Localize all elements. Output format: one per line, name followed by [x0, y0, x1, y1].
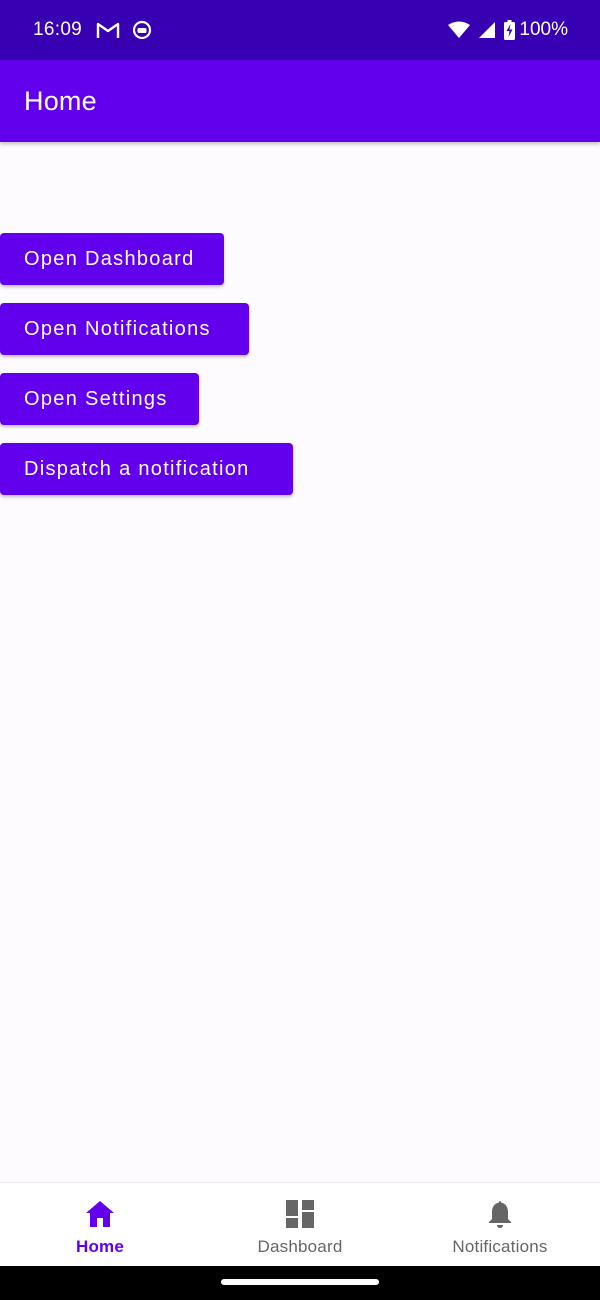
main-content: Open Dashboard Open Notifications Open S…	[0, 142, 600, 1182]
gmail-icon	[96, 21, 120, 39]
app-notification-icon	[132, 20, 152, 40]
nav-item-notifications[interactable]: Notifications	[400, 1183, 600, 1266]
home-gesture-handle[interactable]	[221, 1279, 379, 1285]
nav-label-notifications: Notifications	[452, 1237, 548, 1256]
battery-charging-icon	[504, 20, 516, 40]
bottom-navigation: Home Dashboard Notifications	[0, 1182, 600, 1266]
status-right: 100%	[440, 19, 568, 41]
nav-label-dashboard: Dashboard	[257, 1237, 343, 1256]
status-left: 16:09	[33, 19, 164, 41]
battery-percentage: 100%	[519, 19, 568, 40]
page-title: Home	[24, 85, 97, 116]
open-dashboard-button[interactable]: Open Dashboard	[0, 233, 224, 285]
status-bar: 16:09 100%	[0, 0, 600, 60]
nav-label-home: Home	[75, 1237, 125, 1256]
dispatch-notification-button[interactable]: Dispatch a notification	[0, 443, 293, 495]
cell-signal-icon	[478, 21, 496, 39]
nav-item-home[interactable]: Home	[0, 1183, 200, 1266]
wifi-icon	[448, 21, 471, 39]
gesture-navigation-bar	[0, 1266, 600, 1300]
status-time: 16:09	[33, 19, 83, 40]
nav-item-dashboard[interactable]: Dashboard	[200, 1183, 400, 1266]
open-settings-button[interactable]: Open Settings	[0, 373, 199, 425]
bell-icon	[487, 1198, 513, 1230]
open-notifications-button[interactable]: Open Notifications	[0, 303, 249, 355]
dashboard-icon	[286, 1198, 314, 1230]
home-icon	[85, 1198, 115, 1230]
app-bar: Home	[0, 60, 600, 142]
